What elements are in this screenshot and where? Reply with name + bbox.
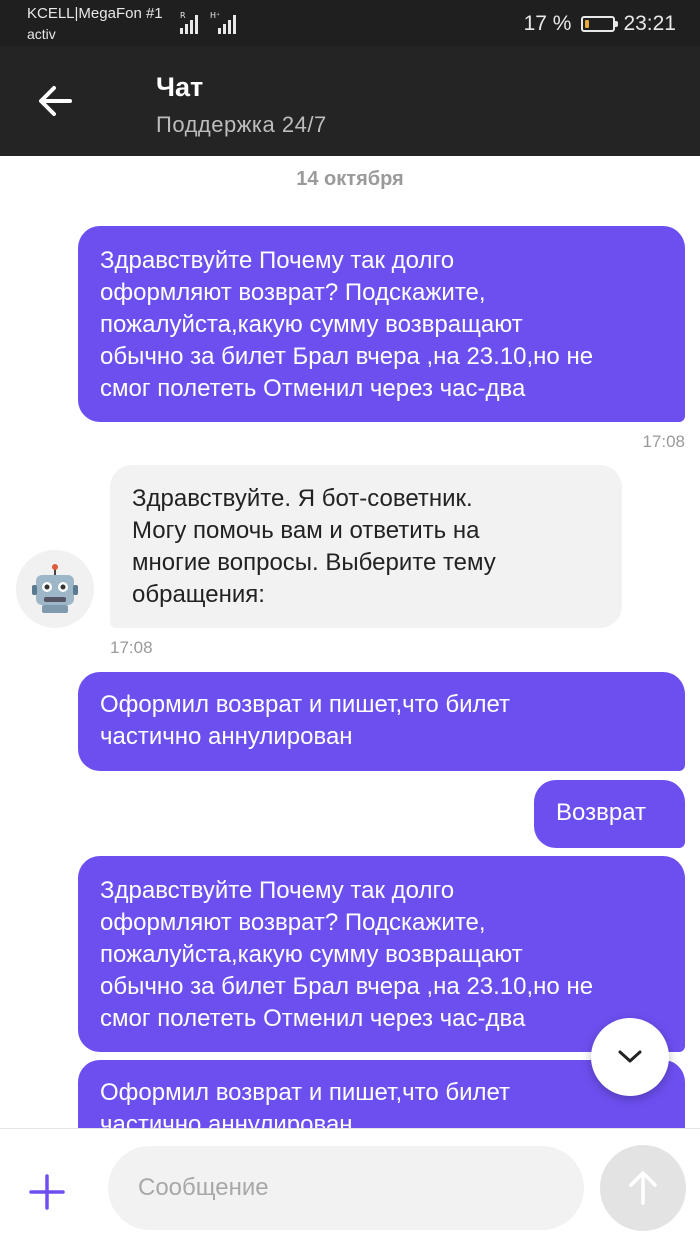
outgoing-message[interactable]: Возврат — [534, 780, 685, 848]
back-button[interactable] — [30, 76, 80, 126]
outgoing-message[interactable]: Здравствуйте Почему так долго оформляют … — [78, 226, 685, 422]
arrow-up-icon — [629, 1171, 657, 1205]
attach-button[interactable] — [22, 1167, 72, 1217]
arrow-left-icon — [39, 86, 72, 116]
chat-area[interactable]: 14 октября Здравствуйте Почему так долго… — [0, 156, 700, 1128]
outgoing-message[interactable]: Здравствуйте Почему так долго оформляют … — [78, 856, 685, 1052]
robot-icon — [32, 564, 78, 613]
message-line: частично аннулирован — [100, 1111, 353, 1128]
bot-avatar — [16, 550, 94, 628]
page-title: Чат — [156, 72, 204, 102]
date-separator: 14 октября — [296, 168, 404, 190]
carrier-name: KCELL|MegaFon #1 — [27, 5, 163, 22]
message-line: пожалуйста,какую сумму возвращают — [100, 941, 523, 968]
message-line: оформляют возврат? Подскажите, — [100, 909, 486, 936]
page-subtitle: Поддержка 24/7 — [156, 112, 327, 137]
chevron-down-icon — [618, 1050, 642, 1063]
message-input[interactable] — [108, 1146, 584, 1230]
outgoing-message[interactable]: Оформил возврат и пишет,что билет частич… — [78, 672, 685, 771]
message-line: Оформил возврат и пишет,что билет — [100, 1079, 511, 1106]
svg-text:R: R — [180, 11, 186, 20]
battery-icon — [581, 16, 619, 32]
carrier-sub: activ — [27, 26, 56, 42]
message-line: смог полететь Отменил через час-два — [100, 375, 526, 402]
message-time: 17:08 — [110, 638, 153, 657]
message-time: 17:08 — [642, 432, 685, 451]
scroll-down-button[interactable] — [591, 1018, 669, 1096]
message-line: обращения: — [132, 581, 265, 608]
status-bar: KCELL|MegaFon #1 activ R H⁺ 17 % 23:21 — [0, 0, 700, 46]
app-header: Чат Поддержка 24/7 — [0, 46, 700, 156]
incoming-message[interactable]: Здравствуйте. Я бот-советник. Могу помоч… — [110, 465, 622, 628]
message-line: Оформил возврат и пишет,что билет — [100, 691, 511, 718]
message-line: оформляют возврат? Подскажите, — [100, 279, 486, 306]
plus-icon — [29, 1174, 65, 1210]
message-line: Здравствуйте Почему так долго — [100, 247, 455, 274]
message-line: обычно за билет Брал вчера ,на 23.10,но … — [100, 343, 594, 370]
message-line: многие вопросы. Выберите тему — [132, 549, 496, 576]
message-line: обычно за билет Брал вчера ,на 23.10,но … — [100, 973, 594, 1000]
message-line: частично аннулирован — [100, 723, 353, 750]
battery-fill — [585, 20, 590, 28]
send-button[interactable] — [600, 1145, 686, 1231]
message-line: смог полететь Отменил через час-два — [100, 1005, 526, 1032]
status-clock: 23:21 — [623, 12, 676, 35]
message-line: Здравствуйте Почему так долго — [100, 877, 455, 904]
battery-percent: 17 % — [523, 12, 572, 35]
signal-icon: R H⁺ — [180, 11, 236, 34]
message-line: Возврат — [556, 799, 646, 826]
message-line: Могу помочь вам и ответить на — [132, 517, 480, 544]
message-line: Здравствуйте. Я бот-советник. — [132, 485, 473, 512]
svg-text:H⁺: H⁺ — [210, 11, 220, 20]
message-composer — [0, 1128, 700, 1245]
message-line: пожалуйста,какую сумму возвращают — [100, 311, 523, 338]
